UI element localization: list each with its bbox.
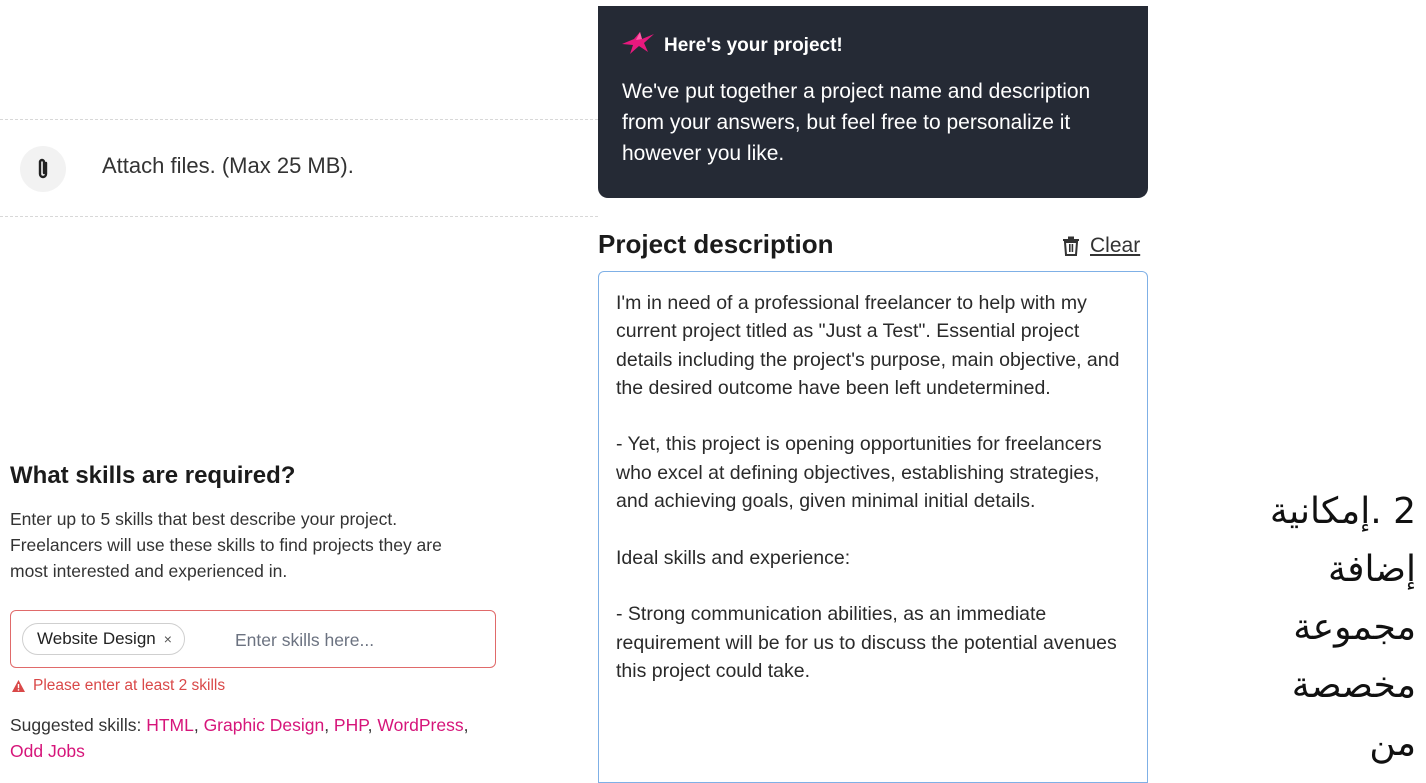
skills-description: Enter up to 5 skills that best describe … — [10, 509, 442, 581]
suggested-skill-link[interactable]: Odd Jobs — [10, 741, 85, 761]
paperclip-button[interactable] — [20, 146, 66, 192]
project-description-textarea[interactable]: I'm in need of a professional freelancer… — [598, 271, 1148, 783]
attach-files-row[interactable]: Attach files. (Max 25 MB). — [0, 119, 598, 217]
banner-text: We've put together a project name and de… — [622, 80, 1091, 165]
skills-input[interactable] — [233, 625, 487, 655]
suggested-skills-label: Suggested skills: — [10, 715, 147, 735]
attach-files-label: Attach files. (Max 25 MB). — [102, 153, 354, 178]
trash-icon — [1063, 236, 1079, 256]
skill-chip[interactable]: Website Design × — [22, 623, 185, 655]
skills-input-box[interactable]: Website Design × — [10, 610, 496, 668]
skills-heading: What skills are required? — [10, 462, 296, 489]
arabic-annotation: 2 .إمكانية إضافة مجموعة مخصصة من — [1269, 491, 1416, 764]
clear-button[interactable]: Clear — [1062, 234, 1140, 258]
suggested-skill-link[interactable]: PHP — [334, 715, 368, 735]
suggested-skills: Suggested skills: HTML, Graphic Design, … — [10, 715, 469, 761]
skill-chip-label: Website Design — [37, 629, 156, 648]
project-description-text: I'm in need of a professional freelancer… — [616, 292, 1120, 682]
suggested-skill-link[interactable]: WordPress — [377, 715, 463, 735]
skills-error-text: Please enter at least 2 skills — [33, 677, 226, 694]
banner-title: Here's your project! — [664, 35, 843, 56]
clear-label: Clear — [1090, 234, 1141, 257]
project-description-heading: Project description — [598, 229, 834, 259]
remove-chip-icon[interactable]: × — [164, 631, 172, 647]
paperclip-icon — [38, 158, 48, 179]
skills-error-message: Please enter at least 2 skills — [12, 677, 225, 695]
hummingbird-icon — [622, 32, 654, 54]
project-ready-banner: Here's your project! We've put together … — [598, 6, 1148, 198]
suggested-skill-link[interactable]: Graphic Design — [204, 715, 325, 735]
warning-icon — [12, 680, 25, 692]
suggested-skill-link[interactable]: HTML — [146, 715, 194, 735]
